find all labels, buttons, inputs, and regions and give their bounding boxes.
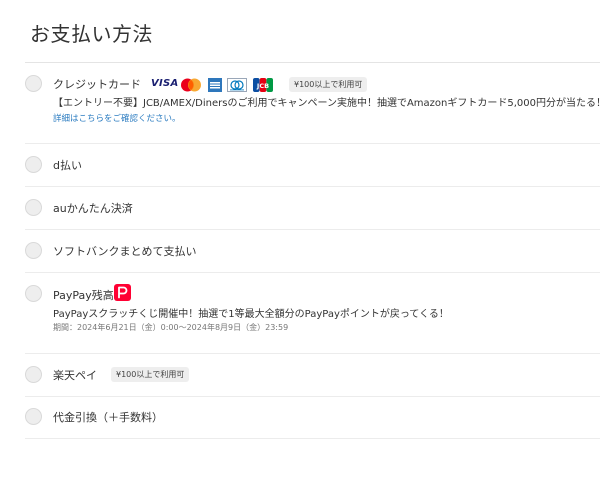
option-divider xyxy=(25,353,600,354)
jcb-logo-text: JCB xyxy=(256,82,269,90)
jcb-icon: JCB xyxy=(253,77,273,92)
paypay-logo-icon xyxy=(114,284,131,301)
radio-button-rakuten[interactable] xyxy=(25,366,42,383)
rakuten-label: 楽天ペイ xyxy=(53,369,97,382)
option-divider xyxy=(25,229,600,230)
option-divider xyxy=(25,186,600,187)
page-title: お支払い方法 xyxy=(30,22,153,46)
payment-option-d-barai[interactable]: d払い xyxy=(25,156,600,176)
radio-button-softbank[interactable] xyxy=(25,242,42,259)
visa-icon: VISA xyxy=(151,78,179,89)
payment-option-rakuten[interactable]: 楽天ペイ ¥100以上で利用可 xyxy=(25,366,600,386)
paypay-campaign-text: PayPayスクラッチくじ開催中！抽選で1等最大全額分のPayPayポイントが戻… xyxy=(53,309,449,320)
payment-option-cash-on-delivery[interactable]: 代金引換（＋手数料） xyxy=(25,408,600,428)
amex-icon xyxy=(208,77,222,92)
card-brand-logos: VISA JCB xyxy=(151,77,281,92)
radio-button-d-barai[interactable] xyxy=(25,156,42,173)
radio-button-cash-on-delivery[interactable] xyxy=(25,408,42,425)
credit-card-campaign-text: 【エントリー不要】JCB/AMEX/Dinersのご利用でキャンペーン実施中！抽… xyxy=(53,98,600,109)
payment-option-credit-card[interactable]: クレジットカード VISA JCB ¥100以上で利用可 【エントリー不要】JC… xyxy=(25,72,600,142)
payment-option-paypay[interactable]: PayPay残高 PayPayスクラッチくじ開催中！抽選で1等最大全額分のPay… xyxy=(25,284,600,340)
radio-button-credit-card[interactable] xyxy=(25,75,42,92)
d-barai-label: d払い xyxy=(53,159,82,172)
option-divider xyxy=(25,396,600,397)
au-label: auかんたん決済 xyxy=(53,202,133,215)
rakuten-usage-badge: ¥100以上で利用可 xyxy=(111,367,190,382)
option-divider xyxy=(25,143,600,144)
payment-option-au[interactable]: auかんたん決済 xyxy=(25,199,600,219)
title-divider xyxy=(25,62,600,63)
radio-button-au[interactable] xyxy=(25,199,42,216)
credit-card-usage-badge: ¥100以上で利用可 xyxy=(289,77,368,92)
option-divider xyxy=(25,272,600,273)
diners-icon xyxy=(227,77,247,92)
cash-on-delivery-label: 代金引換（＋手数料） xyxy=(53,411,163,424)
mastercard-icon xyxy=(180,77,202,92)
paypay-campaign-period: 期間：2024年6月21日（金）0:00〜2024年8月9日（金）23:59 xyxy=(53,323,289,332)
radio-button-paypay[interactable] xyxy=(25,285,42,302)
credit-card-label: クレジットカード xyxy=(53,78,141,91)
softbank-label: ソフトバンクまとめて支払い xyxy=(53,245,197,258)
credit-card-details-link[interactable]: 詳細はこちらをご確認ください。 xyxy=(53,112,181,124)
option-divider xyxy=(25,438,600,439)
payment-option-softbank[interactable]: ソフトバンクまとめて支払い xyxy=(25,242,600,262)
paypay-label: PayPay残高 xyxy=(53,289,114,302)
